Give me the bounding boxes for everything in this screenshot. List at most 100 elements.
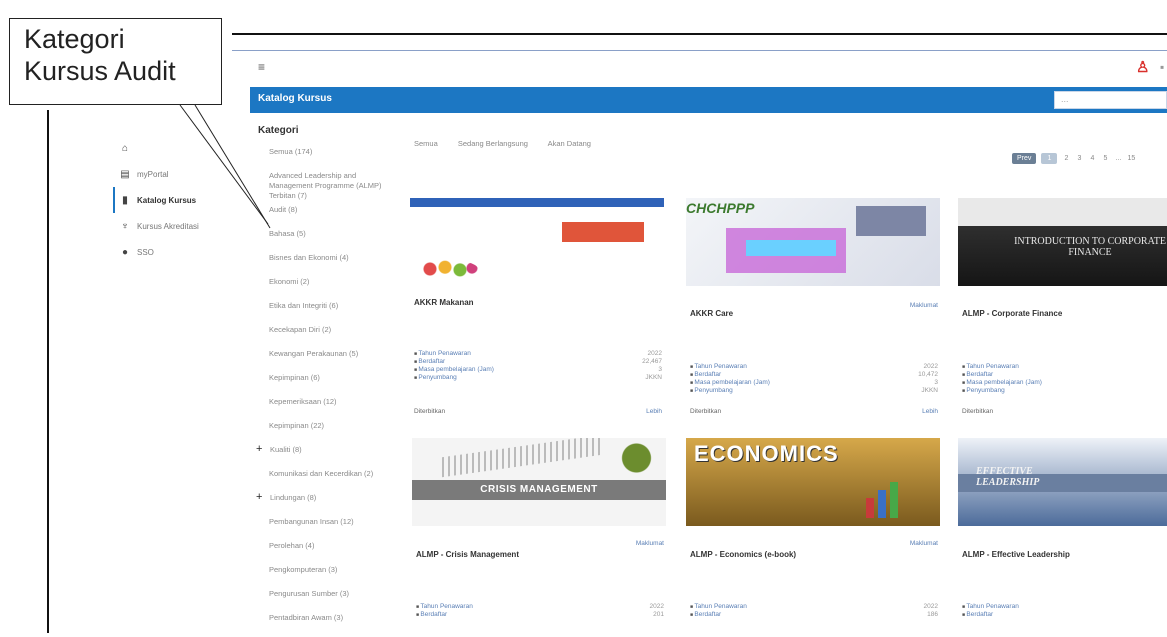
globe-icon: ● [121,246,129,258]
search-input[interactable]: ... [1054,91,1167,109]
course-title[interactable]: ALMP - Crisis Management [416,550,519,559]
book-icon: ▮ [122,194,128,206]
meta-value: 2022 [647,350,662,357]
kategori-item-label: Bahasa (5) [269,229,306,238]
tab-semua[interactable]: Semua [414,139,438,148]
pager-prev-button[interactable]: Prev [1012,153,1037,164]
kategori-item[interactable]: Pengkomputeran (3) [256,565,386,589]
kategori-item-label: Ekonomi (2) [269,277,310,286]
menu-icon[interactable]: ≡ [258,60,265,74]
callout-line-2: Kursus Audit [24,56,176,86]
kategori-item-label: Bisnes dan Ekonomi (4) [269,253,349,262]
sidebar-item-label: myPortal [137,169,169,179]
kategori-item[interactable]: Pengurusan Sumber (3) [256,589,386,613]
kategori-item[interactable]: Kewangan Perakaunan (5) [256,349,386,373]
kategori-item[interactable]: Kepimpinan (6) [256,373,386,397]
pager-page[interactable]: ... [1114,155,1122,162]
course-card[interactable]: CHCHPPP AKKR Care Maklumat Tahun Penawar… [686,198,940,415]
kategori-item-label: Pembangunan Insan (12) [269,517,354,526]
meta-label: Penyumbang [414,374,456,382]
info-link[interactable]: Maklumat [636,540,664,547]
course-image-economics: ECONOMICS [686,438,940,526]
banner-text: INTRODUCTION TO CORPORATE FINANCE [1014,236,1166,258]
course-title[interactable]: ALMP - Corporate Finance [962,309,1062,318]
meta-label: Tahun Penawaran [962,603,1018,611]
pager-page[interactable]: 3 [1075,155,1083,162]
pagination: Prev 1 2 3 4 5... 15 [1012,153,1135,164]
trophy-icon: ♆ [121,220,129,232]
meta-label: Masa pembelajaran (Jam) [690,379,770,387]
kategori-item[interactable]: + Kualiti (8) [256,444,386,469]
kategori-item[interactable]: Advanced Leadership and Management Progr… [256,171,386,205]
meta-label: Berdaftar [416,611,447,619]
sidebar-item-sso[interactable]: ● SSO [118,239,233,265]
kategori-item-label: Advanced Leadership and Management Progr… [269,171,382,200]
sidebar-item-myportal[interactable]: ▤ myPortal [118,161,233,187]
kategori-item[interactable]: Audit (8) [256,205,386,229]
course-image-corporate-finance: INTRODUCTION TO CORPORATE FINANCE [958,198,1167,286]
course-card[interactable]: CRISIS MANAGEMENT ALMP - Crisis Manageme… [412,438,666,618]
catalog-header-bar: Katalog Kursus ... [250,87,1167,113]
kategori-item[interactable]: + Lindungan (8) [256,492,386,517]
sidebar-item-home[interactable]: ⌂ [118,135,233,161]
pager-page[interactable]: 4 [1088,155,1096,162]
meta-label: Tahun Penawaran [690,363,746,371]
calendar-icon: ▤ [120,168,130,180]
kategori-item[interactable]: Kecekapan Diri (2) [256,325,386,349]
user-icon[interactable]: ♙ [1136,58,1149,76]
banner-text: ECONOMICS [694,441,839,466]
tab-akan-datang[interactable]: Akan Datang [548,139,591,148]
pager-page[interactable]: 5 [1101,155,1109,162]
meta-value: JKKN [645,374,662,381]
info-link[interactable]: Maklumat [910,540,938,547]
expand-icon[interactable]: + [256,444,262,455]
kategori-item[interactable]: Komunikasi dan Kecerdikan (2) [256,469,386,493]
banner-text: CRISIS MANAGEMENT [412,480,666,500]
kategori-item[interactable]: Bahasa (5) [256,229,386,253]
banner-text: EFFECTIVE LEADERSHIP [976,466,1040,488]
kategori-item[interactable]: Perolehan (4) [256,541,386,565]
kategori-list: Semua (174) Advanced Leadership and Manag… [256,147,386,637]
expand-icon[interactable]: + [256,492,262,503]
kategori-item[interactable]: Etika dan Integriti (6) [256,301,386,325]
pager-current-page[interactable]: 1 [1041,153,1058,164]
pager-page[interactable]: 15 [1127,155,1136,162]
meta-label: Berdaftar [414,358,445,366]
meta-value: 2022 [649,603,664,610]
tab-sedang-berlangsung[interactable]: Sedang Berlangsung [458,139,528,148]
sidebar-item-akreditasi[interactable]: ♆ Kursus Akreditasi [118,213,233,239]
callout-box: Kategori Kursus Audit [9,18,222,105]
kategori-item[interactable]: Bisnes dan Ekonomi (4) [256,253,386,277]
meta-value: 22,467 [642,358,662,365]
course-card[interactable]: EFFECTIVE LEADERSHIP ALMP - Effective Le… [958,438,1167,618]
more-link[interactable]: Lebih [646,408,662,415]
kategori-item-label: Kualiti (8) [270,445,302,454]
course-tabs: Semua Sedang Berlangsung Akan Datang [414,139,609,148]
meta-value: 3 [658,366,662,373]
course-title[interactable]: AKKR Care [690,309,733,318]
course-title[interactable]: AKKR Makanan [414,298,474,307]
kategori-item[interactable]: Kepimpinan (22) [256,421,386,445]
info-link[interactable]: Maklumat [910,302,938,309]
meta-label: Tahun Penawaran [416,603,472,611]
pager-page[interactable]: 2 [1062,155,1070,162]
kategori-item-label: Kepimpinan (6) [269,373,320,382]
more-icon[interactable]: ▪ [1160,60,1164,74]
kategori-item-label: Perolehan (4) [269,541,315,550]
course-title[interactable]: ALMP - Effective Leadership [962,550,1070,559]
course-card[interactable]: AKKR Makanan Tahun Penawaran 2022 Berdaft… [410,198,664,415]
kategori-item[interactable]: Pembangunan Insan (12) [256,517,386,541]
kategori-item[interactable]: Pentadbiran Awam (3) [256,613,386,637]
sidebar-item-katalog[interactable]: ▮ Katalog Kursus [113,187,233,213]
course-card[interactable]: ECONOMICS ALMP - Economics (e-book) Makl… [686,438,940,618]
course-card[interactable]: INTRODUCTION TO CORPORATE FINANCE ALMP -… [958,198,1167,415]
kategori-item[interactable]: Semua (174) [256,147,386,171]
course-title[interactable]: ALMP - Economics (e-book) [690,550,796,559]
more-link[interactable]: Lebih [922,408,938,415]
kategori-item-label: Komunikasi dan Kecerdikan (2) [269,469,374,478]
kategori-item[interactable]: Ekonomi (2) [256,277,386,301]
meta-label: Tahun Penawaran [414,350,470,358]
meta-value: 2022 [923,603,938,610]
meta-value: 3 [934,379,938,386]
kategori-item[interactable]: Kepemeriksaan (12) [256,397,386,421]
